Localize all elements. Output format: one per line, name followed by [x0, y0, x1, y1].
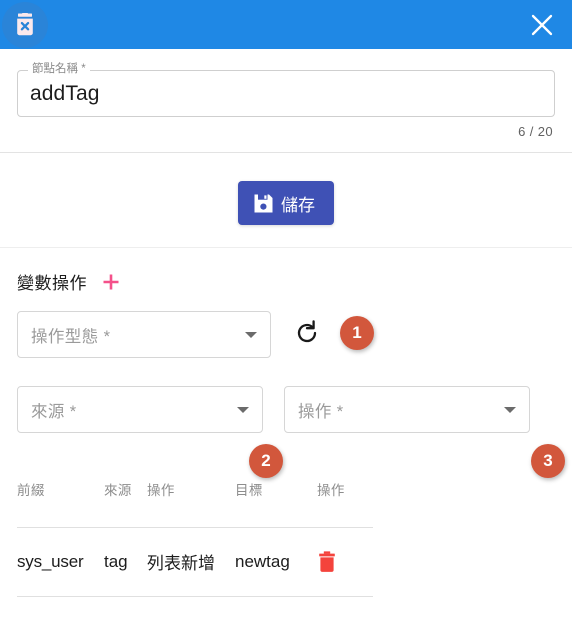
column-header-ops: 操作 [317, 483, 345, 498]
step-badge-2: 2 [249, 444, 283, 478]
variable-operations-header: 變數操作 [17, 269, 555, 294]
dialog-avatar [2, 1, 48, 48]
column-header-action: 操作 [147, 483, 175, 498]
chevron-down-icon [245, 331, 257, 338]
cell-source: tag [104, 551, 128, 571]
source-select[interactable]: 來源 * [17, 386, 263, 433]
chevron-down-icon [504, 406, 516, 413]
node-name-section: 節點名稱 * 6 / 20 [0, 62, 572, 153]
save-floppy-icon [254, 194, 273, 212]
source-operation-row: 來源 * 操作 * 2 3 [17, 386, 565, 478]
table-header-row: 前綴 來源 操作 目標 操作 [17, 479, 373, 528]
op-type-placeholder: 操作型態 * [31, 327, 111, 346]
table-row[interactable]: sys_user tag 列表新增 newtag [17, 528, 373, 597]
node-name-field[interactable]: 節點名稱 * [17, 62, 555, 117]
save-row: 儲存 [0, 153, 572, 248]
node-name-label: 節點名稱 * [28, 62, 90, 76]
op-type-select[interactable]: 操作型態 * [17, 311, 271, 358]
cell-actions [317, 550, 373, 573]
step-badge-1: 1 [340, 316, 374, 350]
close-icon [531, 14, 553, 35]
source-placeholder: 來源 * [31, 402, 77, 421]
save-button-label: 儲存 [281, 195, 315, 215]
variable-operations-section: 變數操作 操作型態 * 1 來源 * 操作 * 2 3 前綴 來源 操作 目標 … [0, 269, 572, 612]
operation-placeholder: 操作 * [298, 402, 344, 421]
node-name-input[interactable] [30, 81, 525, 106]
column-header-target: 目標 [235, 483, 263, 498]
close-button[interactable] [518, 1, 566, 49]
operation-select[interactable]: 操作 * [284, 386, 530, 433]
trash-x-icon [17, 12, 33, 35]
cell-prefix: sys_user [17, 551, 84, 571]
chevron-down-icon [237, 406, 249, 413]
save-button[interactable]: 儲存 [238, 181, 334, 225]
cell-target: newtag [235, 551, 290, 571]
table-row-partial [17, 600, 373, 612]
op-type-row: 操作型態 * 1 [17, 311, 555, 358]
refresh-icon [297, 320, 317, 343]
plus-icon[interactable] [100, 271, 122, 293]
cell-action: 列表新增 [147, 554, 215, 573]
operations-table: 前綴 來源 操作 目標 操作 sys_user tag 列表新增 newtag [17, 479, 373, 612]
variable-operations-title: 變數操作 [17, 274, 87, 293]
step-badge-3: 3 [531, 444, 565, 478]
dialog-header [0, 0, 572, 49]
refresh-button[interactable] [294, 320, 322, 348]
column-header-prefix: 前綴 [17, 483, 45, 498]
column-header-source: 來源 [104, 483, 132, 498]
trash-icon[interactable] [317, 550, 337, 573]
char-counter: 6 / 20 [518, 124, 553, 139]
